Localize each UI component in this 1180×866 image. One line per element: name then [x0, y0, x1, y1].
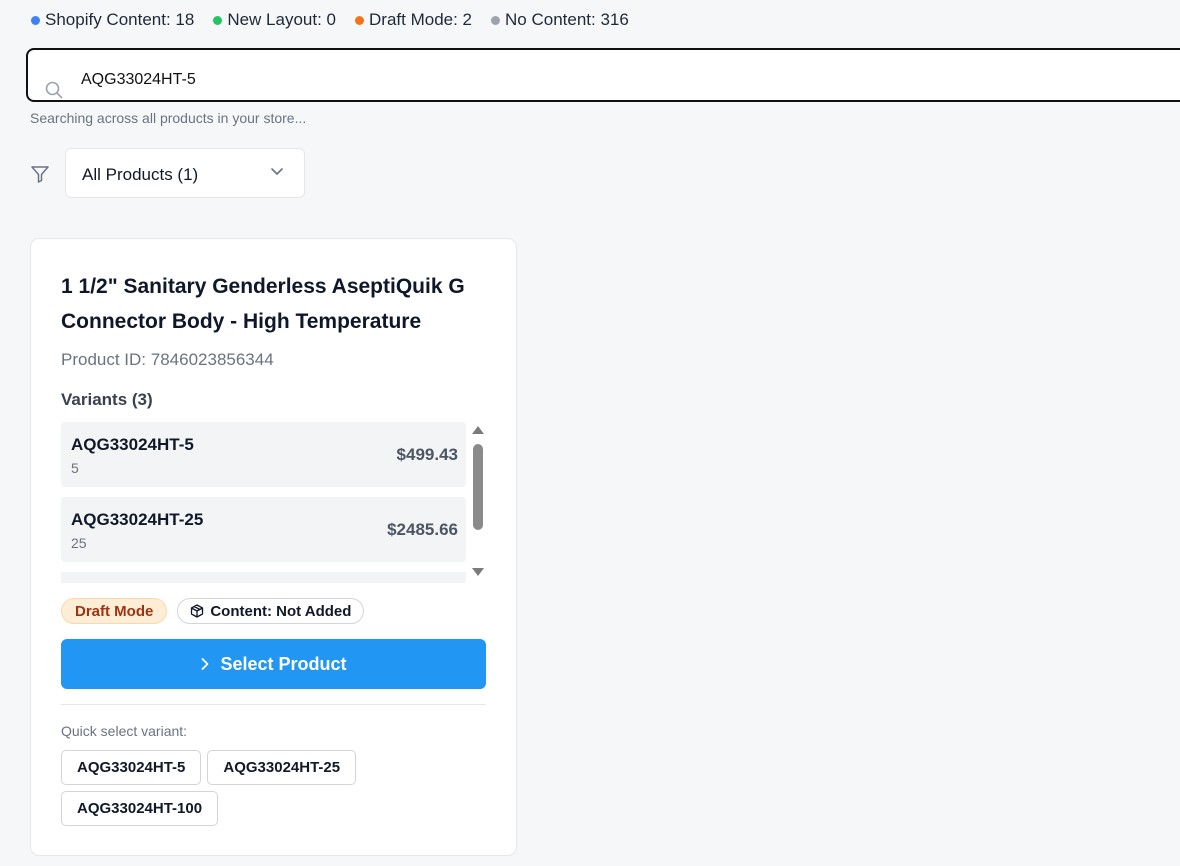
status-legend: Shopify Content: 18 New Layout: 0 Draft …: [31, 10, 648, 30]
divider: [61, 704, 486, 705]
quick-variant-button[interactable]: AQG33024HT-5: [61, 750, 202, 785]
chevron-down-icon: [271, 168, 283, 175]
content-status-badge: Content: Not Added: [177, 598, 365, 624]
scroll-down-arrow-icon[interactable]: [472, 568, 484, 576]
select-product-label: Select Product: [220, 653, 347, 674]
legend-no-content: No Content: 316: [491, 10, 629, 30]
variant-row-partial: [61, 572, 466, 583]
legend-shopify-content: Shopify Content: 18: [31, 10, 194, 30]
variants-list[interactable]: AQG33024HT-5 5 $499.43 AQG33024HT-25 25 …: [61, 422, 487, 583]
status-dot-icon: [491, 15, 501, 25]
product-title: 1 1/2" Sanitary Genderless AseptiQuik G …: [61, 275, 465, 333]
legend-label: New Layout: 0: [227, 10, 337, 29]
product-card: 1 1/2" Sanitary Genderless AseptiQuik G …: [30, 238, 517, 856]
quick-variant-button[interactable]: AQG33024HT-100: [61, 791, 219, 826]
legend-new-layout: New Layout: 0: [213, 10, 336, 30]
status-dot-icon: [213, 15, 223, 25]
variant-quantity: 25: [71, 535, 87, 551]
variant-price: $499.43: [396, 445, 458, 464]
legend-draft-mode: Draft Mode: 2: [355, 10, 472, 30]
search-value: AQG33024HT-5: [81, 71, 196, 88]
scrollbar-thumb[interactable]: [473, 444, 483, 530]
status-dot-icon: [355, 15, 365, 25]
variants-heading: Variants (3): [61, 390, 153, 409]
variant-sku: AQG33024HT-25: [71, 510, 204, 529]
filter-icon: [31, 166, 49, 183]
legend-label: Shopify Content: 18: [45, 10, 195, 29]
variants-scrollbar[interactable]: [469, 422, 487, 583]
draft-mode-badge: Draft Mode: [61, 598, 168, 624]
quick-select-label: Quick select variant:: [61, 723, 188, 739]
legend-label: Draft Mode: 2: [369, 10, 473, 29]
variant-row[interactable]: AQG33024HT-5 5 $499.43: [61, 422, 466, 487]
search-input[interactable]: AQG33024HT-5: [26, 48, 1180, 102]
variant-quantity: 5: [71, 460, 79, 476]
search-hint: Searching across all products in your st…: [30, 110, 307, 126]
quick-select-variants: AQG33024HT-5 AQG33024HT-25 AQG33024HT-10…: [61, 750, 486, 826]
status-badges: Draft Mode Content: Not Added: [61, 598, 365, 624]
package-icon: [191, 604, 204, 618]
product-filter-select[interactable]: All Products (1): [65, 148, 305, 198]
search-icon: [45, 81, 63, 99]
variant-price: $2485.66: [387, 520, 458, 539]
content-status-label: Content: Not Added: [210, 602, 352, 620]
select-product-button[interactable]: Select Product: [61, 639, 486, 689]
variant-sku: AQG33024HT-5: [71, 435, 194, 454]
legend-label: No Content: 316: [505, 10, 629, 29]
chevron-right-icon: [202, 658, 209, 670]
variant-row[interactable]: AQG33024HT-25 25 $2485.66: [61, 497, 466, 562]
product-id: Product ID: 7846023856344: [61, 350, 274, 369]
status-dot-icon: [31, 15, 40, 25]
scroll-up-arrow-icon[interactable]: [472, 426, 484, 434]
filter-selected-value: All Products (1): [82, 165, 199, 184]
quick-variant-button[interactable]: AQG33024HT-25: [207, 750, 357, 785]
